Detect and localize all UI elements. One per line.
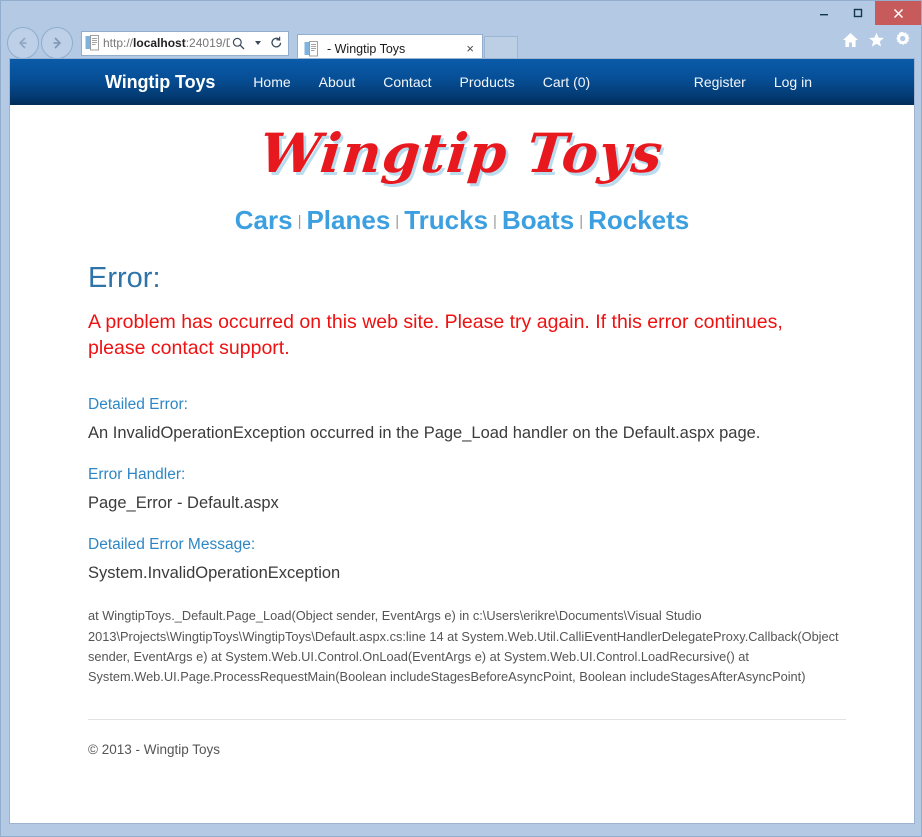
nav-item-about[interactable]: About xyxy=(305,74,370,90)
window-controls xyxy=(807,1,921,25)
site-navbar: Wingtip Toys Home About Contact Products… xyxy=(10,59,914,105)
page-viewport: Wingtip Toys Home About Contact Products… xyxy=(9,58,915,824)
tab-page-icon xyxy=(304,40,318,57)
nav-item-login[interactable]: Log in xyxy=(760,74,826,90)
url-host: localhost xyxy=(133,36,186,50)
search-icon[interactable] xyxy=(230,33,247,53)
url-text: http://localhost:24019/De xyxy=(103,36,230,50)
site-logo: Wingtip Toys xyxy=(257,121,667,185)
stack-trace: at WingtipToys._Default.Page_Load(Object… xyxy=(88,608,839,685)
footer-copyright: © 2013 - Wingtip Toys xyxy=(88,742,221,758)
forward-arrow-icon[interactable] xyxy=(41,27,73,59)
browser-window: http://localhost:24019/De xyxy=(0,0,922,837)
detailed-error-message-text: System.InvalidOperationException xyxy=(88,564,341,583)
category-links: Cars | Planes | Trucks | Boats | Rockets xyxy=(10,205,914,236)
back-arrow-icon[interactable] xyxy=(7,27,39,59)
address-bar-icons xyxy=(230,33,285,53)
error-message: A problem has occurred on this web site.… xyxy=(88,311,783,360)
title-bar xyxy=(1,1,921,25)
gear-icon[interactable] xyxy=(894,31,911,48)
minimize-button[interactable] xyxy=(807,1,841,25)
category-link-trucks[interactable]: Trucks xyxy=(400,205,492,235)
detailed-error-message-label: Detailed Error Message: xyxy=(88,536,256,554)
page-title: Error: xyxy=(88,262,161,294)
nav-item-cart[interactable]: Cart (0) xyxy=(529,74,604,90)
category-link-boats[interactable]: Boats xyxy=(498,205,578,235)
category-link-rockets[interactable]: Rockets xyxy=(584,205,693,235)
detailed-error-text: An InvalidOperationException occurred in… xyxy=(88,423,761,442)
star-icon[interactable] xyxy=(868,32,885,48)
address-bar[interactable]: http://localhost:24019/De xyxy=(81,30,289,56)
primary-nav: Home About Contact Products Cart (0) xyxy=(239,74,604,90)
page-icon xyxy=(85,35,99,51)
page-content: Wingtip Toys Cars | Planes | Trucks | Boats | Ro… xyxy=(10,105,914,757)
url-prefix: http:// xyxy=(103,36,134,50)
tab-title: - Wingtip Toys xyxy=(327,41,406,56)
home-icon[interactable] xyxy=(842,32,859,48)
url-suffix: :24019/De xyxy=(185,36,230,50)
maximize-button[interactable] xyxy=(841,1,875,25)
category-link-planes[interactable]: Planes xyxy=(302,205,394,235)
error-handler-label: Error Handler: xyxy=(88,465,186,483)
browser-command-bar xyxy=(842,31,911,48)
site-brand[interactable]: Wingtip Toys xyxy=(105,72,215,93)
close-icon[interactable]: × xyxy=(462,41,478,56)
error-handler-text: Page_Error - Default.aspx xyxy=(88,493,279,512)
chevron-down-icon[interactable] xyxy=(249,33,266,53)
error-body: Error: A problem has occurred on this we… xyxy=(10,262,914,757)
detailed-error-label: Detailed Error: xyxy=(88,395,188,413)
tab-strip: - Wingtip Toys × xyxy=(297,25,518,62)
logo-container: Wingtip Toys xyxy=(10,105,914,185)
close-button[interactable] xyxy=(875,1,921,25)
account-nav: Register Log in xyxy=(680,74,826,90)
nav-item-home[interactable]: Home xyxy=(239,74,304,90)
nav-item-products[interactable]: Products xyxy=(446,74,529,90)
category-link-cars[interactable]: Cars xyxy=(231,205,297,235)
nav-item-register[interactable]: Register xyxy=(680,74,760,90)
footer-divider xyxy=(88,719,846,721)
browser-toolbar: http://localhost:24019/De xyxy=(1,25,921,62)
nav-item-contact[interactable]: Contact xyxy=(369,74,445,90)
refresh-icon[interactable] xyxy=(268,33,285,53)
